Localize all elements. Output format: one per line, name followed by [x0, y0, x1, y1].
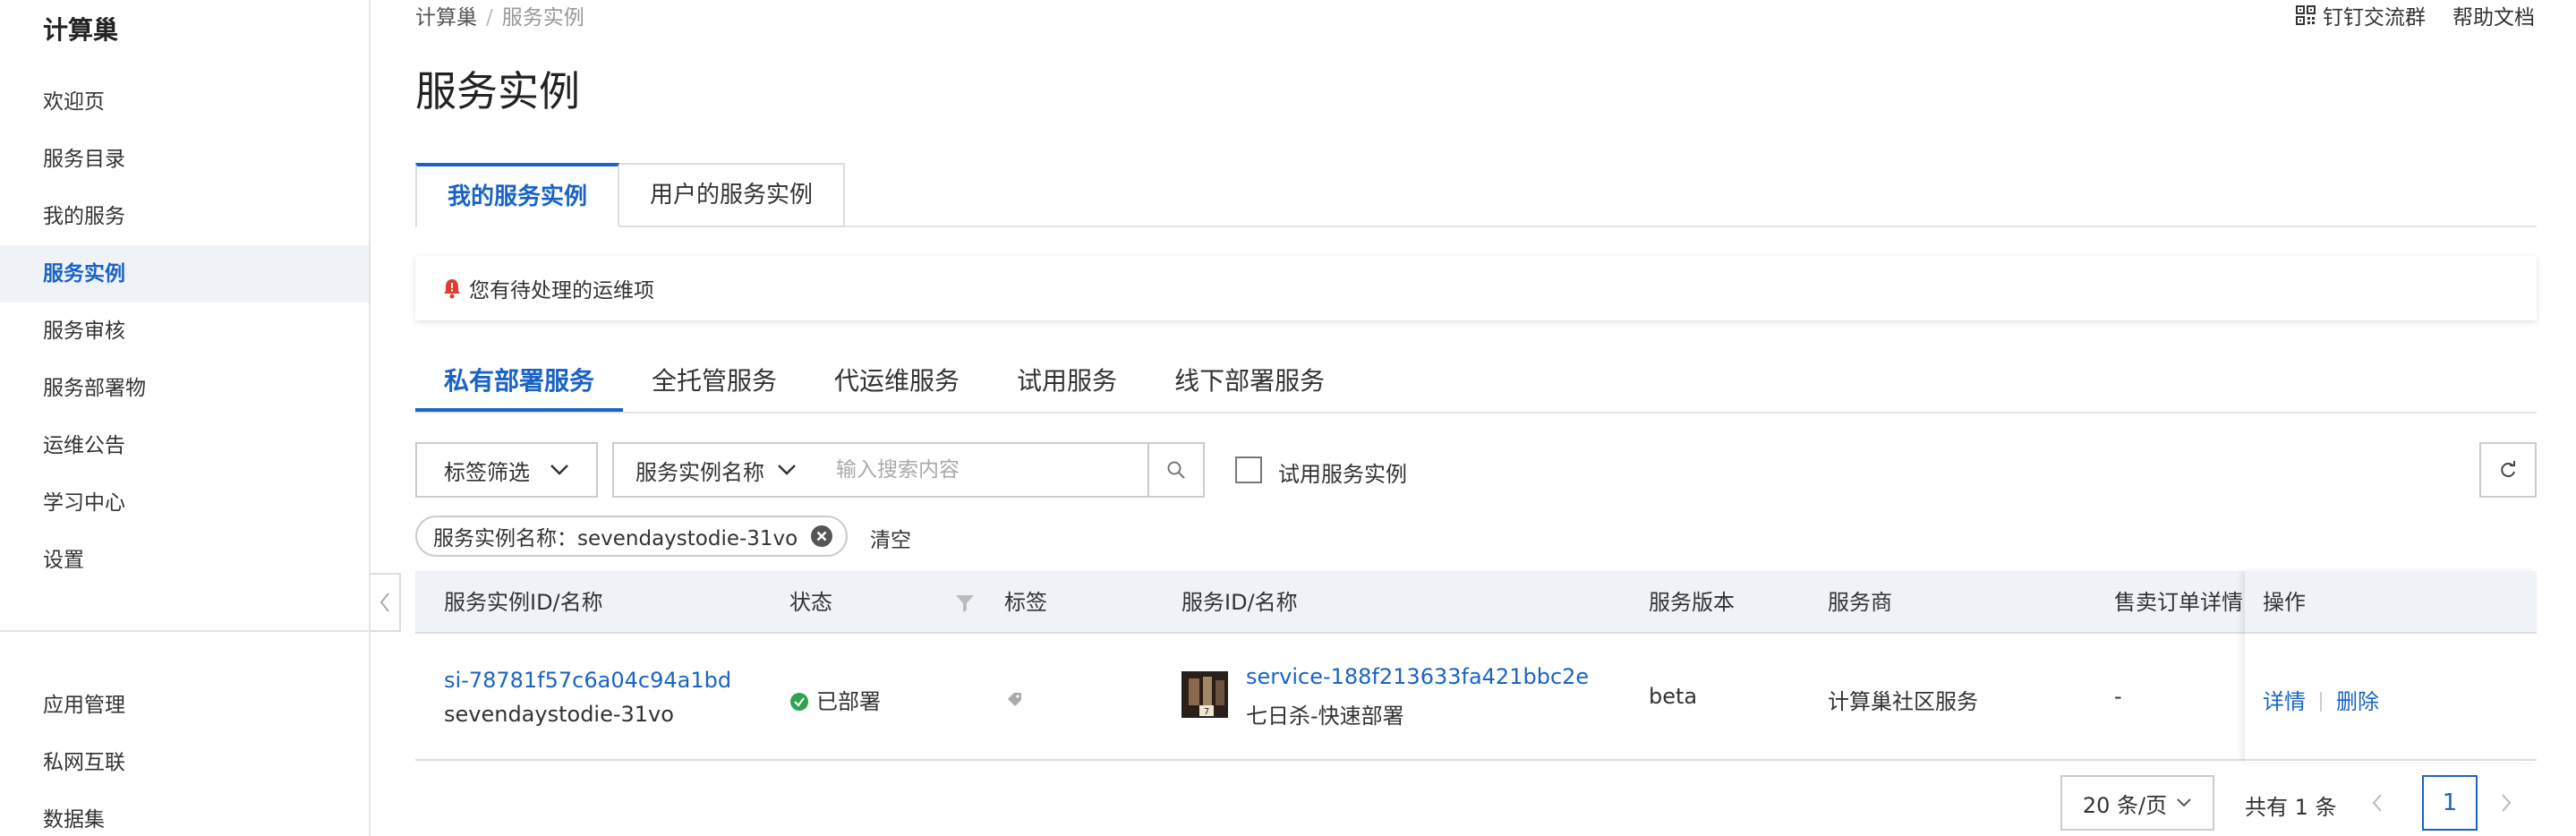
- help-docs-link[interactable]: 帮助文档: [2452, 0, 2535, 30]
- details-link[interactable]: 详情: [2263, 689, 2306, 714]
- deployment-type-tabs: 私有部署服务 全托管服务 代运维服务 试用服务 线下部署服务: [415, 358, 1353, 414]
- instances-table: 服务实例ID/名称 状态 标签 服务ID/名称 服务版本 服务商 售卖订单详情 …: [415, 571, 2537, 761]
- tab-trial[interactable]: 试用服务: [988, 358, 1146, 414]
- sidebar-item-service-instances[interactable]: 服务实例: [0, 245, 369, 303]
- breadcrumb-root[interactable]: 计算巢: [415, 6, 477, 30]
- chevron-left-icon: [2372, 794, 2382, 812]
- sidebar-item-settings[interactable]: 设置: [0, 532, 369, 589]
- search-field-label: 服务实例名称: [635, 459, 764, 485]
- col-actions: 操作: [2263, 590, 2306, 615]
- sidebar-item-datasets[interactable]: 数据集: [0, 791, 369, 836]
- chevron-right-icon: [2502, 794, 2512, 812]
- dingtalk-group-label: 钉钉交流群: [2323, 6, 2426, 30]
- chevron-left-icon: [380, 593, 389, 612]
- col-service: 服务ID/名称: [1181, 590, 1298, 615]
- sidebar-item-learning[interactable]: 学习中心: [0, 474, 369, 532]
- page-total: 共有 1 条: [2245, 795, 2337, 820]
- col-status: 状态: [789, 590, 832, 615]
- delete-link[interactable]: 删除: [2336, 689, 2379, 714]
- tag-filter-label: 标签筛选: [444, 459, 530, 485]
- service-id-link[interactable]: service-188f213633fa421bbc2e: [1246, 664, 1589, 689]
- header-links: 钉钉交流群 帮助文档: [2296, 0, 2535, 30]
- clear-filters-link[interactable]: 清空: [870, 523, 911, 553]
- trial-instance-label[interactable]: 试用服务实例: [1278, 456, 1407, 488]
- sidebar-divider: [0, 630, 369, 632]
- trial-instance-checkbox[interactable]: [1235, 456, 1262, 483]
- sidebar-collapse-button[interactable]: [371, 573, 401, 632]
- sidebar-item-service-review[interactable]: 服务审核: [0, 303, 369, 360]
- instance-scope-tabs: 我的服务实例 用户的服务实例: [415, 163, 846, 227]
- close-circle-icon[interactable]: [810, 525, 833, 548]
- dingtalk-group-link[interactable]: 钉钉交流群: [2296, 0, 2426, 30]
- tag-edit-icon[interactable]: [1004, 689, 1024, 709]
- search-icon: [1167, 461, 1185, 479]
- col-provider: 服务商: [1828, 590, 1892, 615]
- search-input[interactable]: [813, 442, 1149, 498]
- page-number-current[interactable]: 1: [2422, 775, 2478, 831]
- sidebar-item-ops-notice[interactable]: 运维公告: [0, 417, 369, 474]
- active-filter-chip: 服务实例名称：sevendaystodie-31vo: [415, 516, 849, 557]
- prev-page-button[interactable]: [2359, 784, 2395, 822]
- service-logo-image: 7: [1181, 671, 1228, 718]
- active-filter-text: 服务实例名称：sevendaystodie-31vo: [433, 527, 798, 550]
- alert-text: 您有待处理的运维项: [469, 279, 654, 303]
- sidebar: 计算巢 欢迎页 服务目录 我的服务 服务实例 服务审核 服务部署物 运维公告 学…: [0, 0, 371, 836]
- chevron-down-icon: [778, 465, 796, 475]
- refresh-icon: [2501, 461, 2515, 478]
- col-tags: 标签: [1004, 590, 1047, 615]
- row-actions: 详情 删除: [2263, 684, 2379, 715]
- tab-user-instances[interactable]: 用户的服务实例: [619, 163, 846, 227]
- page-size-select[interactable]: 20 条/页: [2060, 775, 2214, 831]
- page-size-label: 20 条/页: [2082, 792, 2168, 818]
- check-circle-icon: [790, 693, 808, 711]
- qr-code-icon: [2296, 5, 2316, 25]
- pending-ops-alert[interactable]: 您有待处理的运维项: [415, 256, 2537, 320]
- tab-private-deploy[interactable]: 私有部署服务: [415, 358, 624, 414]
- search-field-select[interactable]: 服务实例名称: [612, 442, 815, 498]
- table-header: 服务实例ID/名称 状态 标签 服务ID/名称 服务版本 服务商 售卖订单详情 …: [415, 571, 2537, 634]
- breadcrumb-current: 服务实例: [501, 6, 584, 30]
- sidebar-item-service-catalog[interactable]: 服务目录: [0, 131, 369, 188]
- table-row: si-78781f57c6a04c94a1bd sevendaystodie-3…: [415, 634, 2537, 761]
- tab-my-instances[interactable]: 我的服务实例: [415, 163, 620, 227]
- service-provider: 计算巢社区服务: [1828, 689, 1978, 714]
- sidebar-item-my-services[interactable]: 我的服务: [0, 188, 369, 245]
- page-title: 服务实例: [415, 67, 580, 115]
- tab-fully-managed[interactable]: 全托管服务: [623, 358, 806, 414]
- sidebar-item-private-network[interactable]: 私网互联: [0, 734, 369, 791]
- status-cell: 已部署: [789, 684, 881, 715]
- chevron-down-icon: [2177, 798, 2191, 807]
- order-detail: -: [2114, 684, 2122, 709]
- breadcrumb: 计算巢 / 服务实例: [415, 6, 584, 30]
- sidebar-item-app-management[interactable]: 应用管理: [0, 677, 369, 734]
- sidebar-item-artifacts[interactable]: 服务部署物: [0, 360, 369, 417]
- service-version: beta: [1649, 684, 1698, 709]
- tab-offline-deploy[interactable]: 线下部署服务: [1146, 358, 1353, 414]
- tab-managed-ops[interactable]: 代运维服务: [806, 358, 988, 414]
- status-text: 已部署: [816, 689, 881, 714]
- sidebar-item-welcome[interactable]: 欢迎页: [0, 73, 369, 131]
- chevron-down-icon: [550, 465, 568, 475]
- refresh-button[interactable]: [2479, 442, 2537, 498]
- col-instance: 服务实例ID/名称: [444, 590, 603, 615]
- svg-text:7: 7: [1204, 707, 1209, 717]
- search-button[interactable]: [1147, 442, 1205, 498]
- bell-alert-icon: [444, 279, 460, 299]
- col-version: 服务版本: [1649, 590, 1735, 615]
- col-order-detail: 售卖订单详情: [2114, 590, 2243, 615]
- next-page-button[interactable]: [2488, 784, 2524, 822]
- filter-funnel-icon[interactable]: [954, 593, 976, 614]
- instance-id-link[interactable]: si-78781f57c6a04c94a1bd: [444, 668, 731, 693]
- sidebar-title: 计算巢: [43, 15, 119, 45]
- instance-name: sevendaystodie-31vo: [444, 702, 674, 727]
- tag-filter-dropdown[interactable]: 标签筛选: [415, 442, 598, 498]
- service-name: 七日杀-快速部署: [1246, 704, 1404, 729]
